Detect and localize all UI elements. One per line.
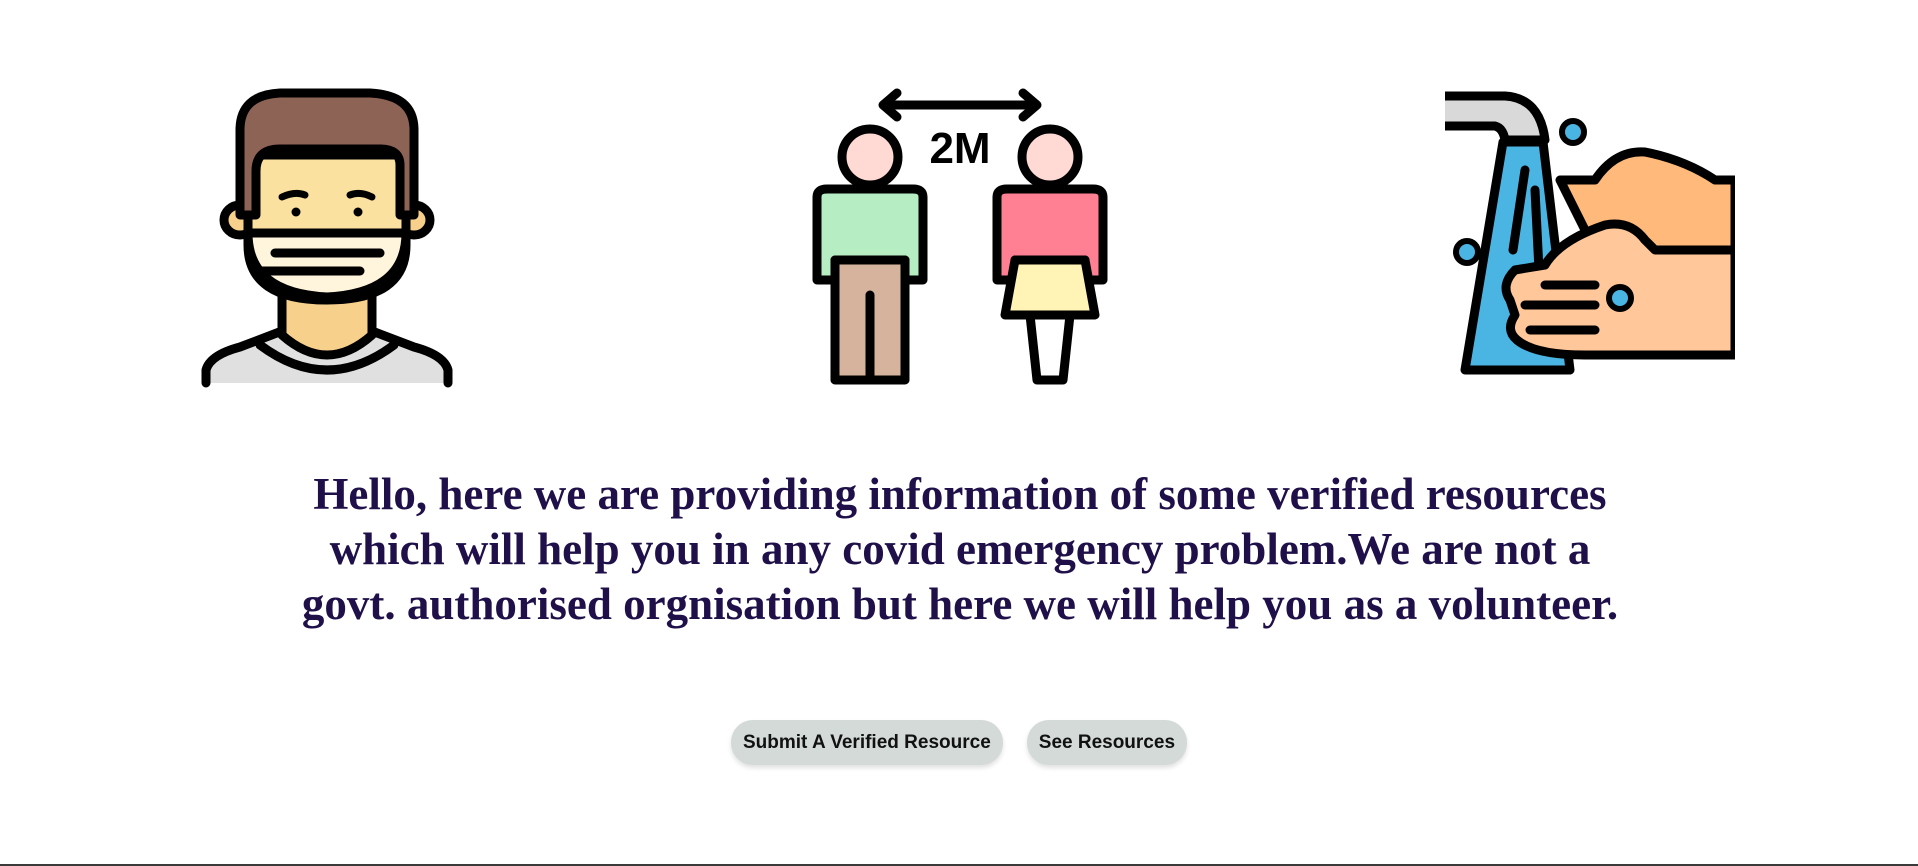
social-distancing-icon: 2M xyxy=(805,85,1115,390)
distance-label: 2M xyxy=(929,124,990,173)
see-resources-button[interactable]: See Resources xyxy=(1026,720,1188,765)
hand-washing-icon xyxy=(1445,90,1735,380)
intro-heading: Hello, here we are providing information… xyxy=(301,469,1619,629)
face-mask-icon xyxy=(200,85,455,390)
submit-resource-button[interactable]: Submit A Verified Resource xyxy=(730,720,1003,765)
action-buttons: Submit A Verified Resource See Resources xyxy=(0,720,1918,765)
illustrations-row: 2M xyxy=(0,0,1918,400)
